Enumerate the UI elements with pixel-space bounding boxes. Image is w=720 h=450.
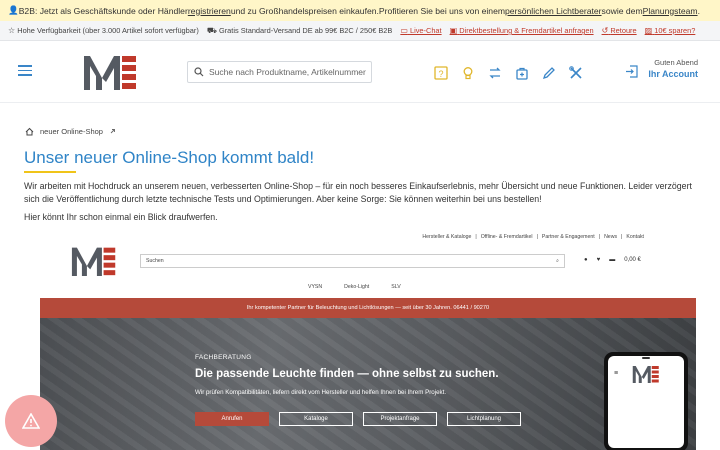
preview-phone-mockup: ≡ bbox=[604, 352, 688, 450]
preview-hero: FACHBERATUNG Die passende Leuchte finden… bbox=[40, 318, 696, 450]
preview-top-nav: Hersteller & Kataloge | Offline- & Fremda… bbox=[422, 234, 644, 240]
login-icon[interactable] bbox=[625, 65, 638, 81]
preview-menu-item: Deko-Light bbox=[344, 284, 370, 290]
breadcrumb: neuer Online-Shop bbox=[25, 127, 116, 136]
account-menu[interactable]: Guten Abend Ihr Account bbox=[648, 58, 698, 79]
preview-call-button: Anrufen bbox=[195, 412, 269, 426]
shipping-info: ⛟ Gratis Standard-Versand DE ab 99€ B2C … bbox=[207, 26, 393, 36]
pencil-icon[interactable] bbox=[539, 63, 558, 82]
livechat-text: Live-Chat bbox=[409, 26, 442, 35]
availability-text: Hohe Verfügbarkeit (über 3.000 Artikel s… bbox=[17, 26, 199, 35]
save-text: 10€ sparen? bbox=[654, 26, 696, 35]
title-underline bbox=[24, 171, 76, 173]
preview-nav-item: Partner & Engagement bbox=[541, 234, 595, 240]
preview-red-banner: Ihr kompetenter Partner für Beleuchtung … bbox=[40, 298, 696, 318]
preview-nav-item: Hersteller & Kataloge bbox=[422, 234, 472, 240]
search-input[interactable] bbox=[209, 67, 369, 77]
b2b-text-4: . bbox=[697, 5, 700, 16]
chat-icon: ▭ bbox=[400, 26, 408, 35]
cart-plus-icon[interactable] bbox=[512, 63, 531, 82]
preview-search: Suchen ⌕ bbox=[140, 254, 565, 268]
link-icon bbox=[110, 129, 115, 134]
home-icon[interactable] bbox=[25, 127, 34, 136]
page-title: Unser neuer Online-Shop kommt bald! bbox=[24, 148, 315, 167]
warning-float-button[interactable] bbox=[5, 395, 57, 447]
preview-search-icon: ⌕ bbox=[556, 258, 559, 264]
preview-phone-menu-icon: ≡ bbox=[614, 370, 619, 377]
header-icons: ? bbox=[431, 63, 585, 82]
preview-menu-item: SLV bbox=[391, 284, 401, 290]
direct-order-text: Direktbestellung & Fremdartikel anfragen bbox=[459, 26, 594, 35]
preview-search-text: Suchen bbox=[146, 258, 164, 264]
preview-nav-item: Offline- & Fremdartikel bbox=[480, 234, 533, 240]
lightbulb-icon[interactable] bbox=[458, 63, 477, 82]
b2b-text: B2B: Jetzt als Geschäftskunde oder Händl… bbox=[18, 5, 188, 16]
preview-lightplanning-button: Lichtplanung bbox=[447, 412, 521, 426]
preview-heart-icon: ♥ bbox=[596, 257, 601, 263]
returns-link[interactable]: ↺ Retoure bbox=[602, 26, 637, 35]
direct-order-link[interactable]: ▣ Direktbestellung & Fremdartikel anfrag… bbox=[450, 26, 594, 35]
preview-buttons: Anrufen Kataloge Projektanfrage Lichtpla… bbox=[195, 412, 521, 426]
warning-icon bbox=[22, 413, 40, 429]
returns-text: Retoure bbox=[610, 26, 637, 35]
preview-menu-item: VYSN bbox=[308, 284, 323, 290]
preview-subline: Wir prüfen Kompatibilitäten, liefern dir… bbox=[195, 389, 447, 396]
help-icon[interactable]: ? bbox=[431, 63, 450, 82]
b2b-text-3: sowie dem bbox=[601, 5, 643, 16]
preview-nav-item: News bbox=[604, 234, 618, 240]
site-header: ? Guten Abend Ihr Account bbox=[0, 41, 720, 103]
tools-icon[interactable] bbox=[566, 63, 585, 82]
preview-catalog-button: Kataloge bbox=[279, 412, 353, 426]
preview-headline: Die passende Leuchte finden — ohne selbs… bbox=[195, 368, 499, 380]
preview-caption: Hier könnt Ihr schon einmal ein Blick dr… bbox=[24, 212, 218, 222]
light-advisor-link[interactable]: persönlichen Lichtberater bbox=[505, 6, 602, 16]
hamburger-menu-icon[interactable] bbox=[18, 65, 32, 76]
gift-icon: ▨ bbox=[644, 26, 653, 35]
preview-menu: VYSN Deko-Light SLV bbox=[308, 284, 401, 290]
truck-icon: ⛟ bbox=[206, 25, 217, 35]
preview-cart-total: 0,00 € bbox=[624, 257, 641, 263]
search-field[interactable] bbox=[187, 61, 372, 83]
livechat-link[interactable]: ▭ Live-Chat bbox=[400, 26, 441, 35]
search-icon bbox=[194, 67, 204, 77]
compare-icon[interactable] bbox=[485, 63, 504, 82]
intro-paragraph: Wir arbeiten mit Hochdruck an unserem ne… bbox=[24, 181, 692, 204]
greeting: Guten Abend bbox=[654, 58, 698, 67]
account-link[interactable]: Ihr Account bbox=[648, 69, 698, 79]
preview-user-icon: ● bbox=[584, 257, 588, 263]
return-icon: ↺ bbox=[601, 26, 609, 35]
preview-phone-logo bbox=[632, 366, 659, 383]
preview-project-button: Projektanfrage bbox=[363, 412, 437, 426]
preview-nav-item: Kontakt bbox=[626, 234, 644, 240]
shop-preview-image: Hersteller & Kataloge | Offline- & Fremda… bbox=[40, 228, 696, 450]
b2b-text-2: und zu Großhandelspreisen einkaufen.Prof… bbox=[230, 5, 506, 16]
b2b-announcement-bar: 👤 B2B: Jetzt als Geschäftskunde oder Hän… bbox=[0, 0, 720, 21]
star-icon: ☆ bbox=[8, 26, 16, 35]
preview-header-icons: ● ♥ ▬ 0,00 € bbox=[584, 257, 641, 263]
svg-text:?: ? bbox=[438, 69, 443, 79]
register-link[interactable]: registrieren bbox=[188, 6, 231, 16]
save-link[interactable]: ▨ 10€ sparen? bbox=[645, 26, 696, 35]
cart-icon: ▣ bbox=[449, 26, 458, 35]
user-icon: 👤 bbox=[8, 5, 19, 15]
preview-cart-icon: ▬ bbox=[609, 257, 616, 263]
brand-logo[interactable] bbox=[84, 54, 137, 90]
availability-info: ☆ Hohe Verfügbarkeit (über 3.000 Artikel… bbox=[8, 26, 199, 35]
shipping-text: Gratis Standard-Versand DE ab 99€ B2C / … bbox=[218, 25, 393, 35]
planning-team-link[interactable]: Planungsteam bbox=[643, 6, 698, 16]
preview-logo bbox=[71, 247, 116, 276]
info-bar: ☆ Hohe Verfügbarkeit (über 3.000 Artikel… bbox=[0, 21, 720, 41]
preview-eyebrow: FACHBERATUNG bbox=[195, 354, 252, 361]
breadcrumb-current[interactable]: neuer Online-Shop bbox=[40, 127, 103, 136]
